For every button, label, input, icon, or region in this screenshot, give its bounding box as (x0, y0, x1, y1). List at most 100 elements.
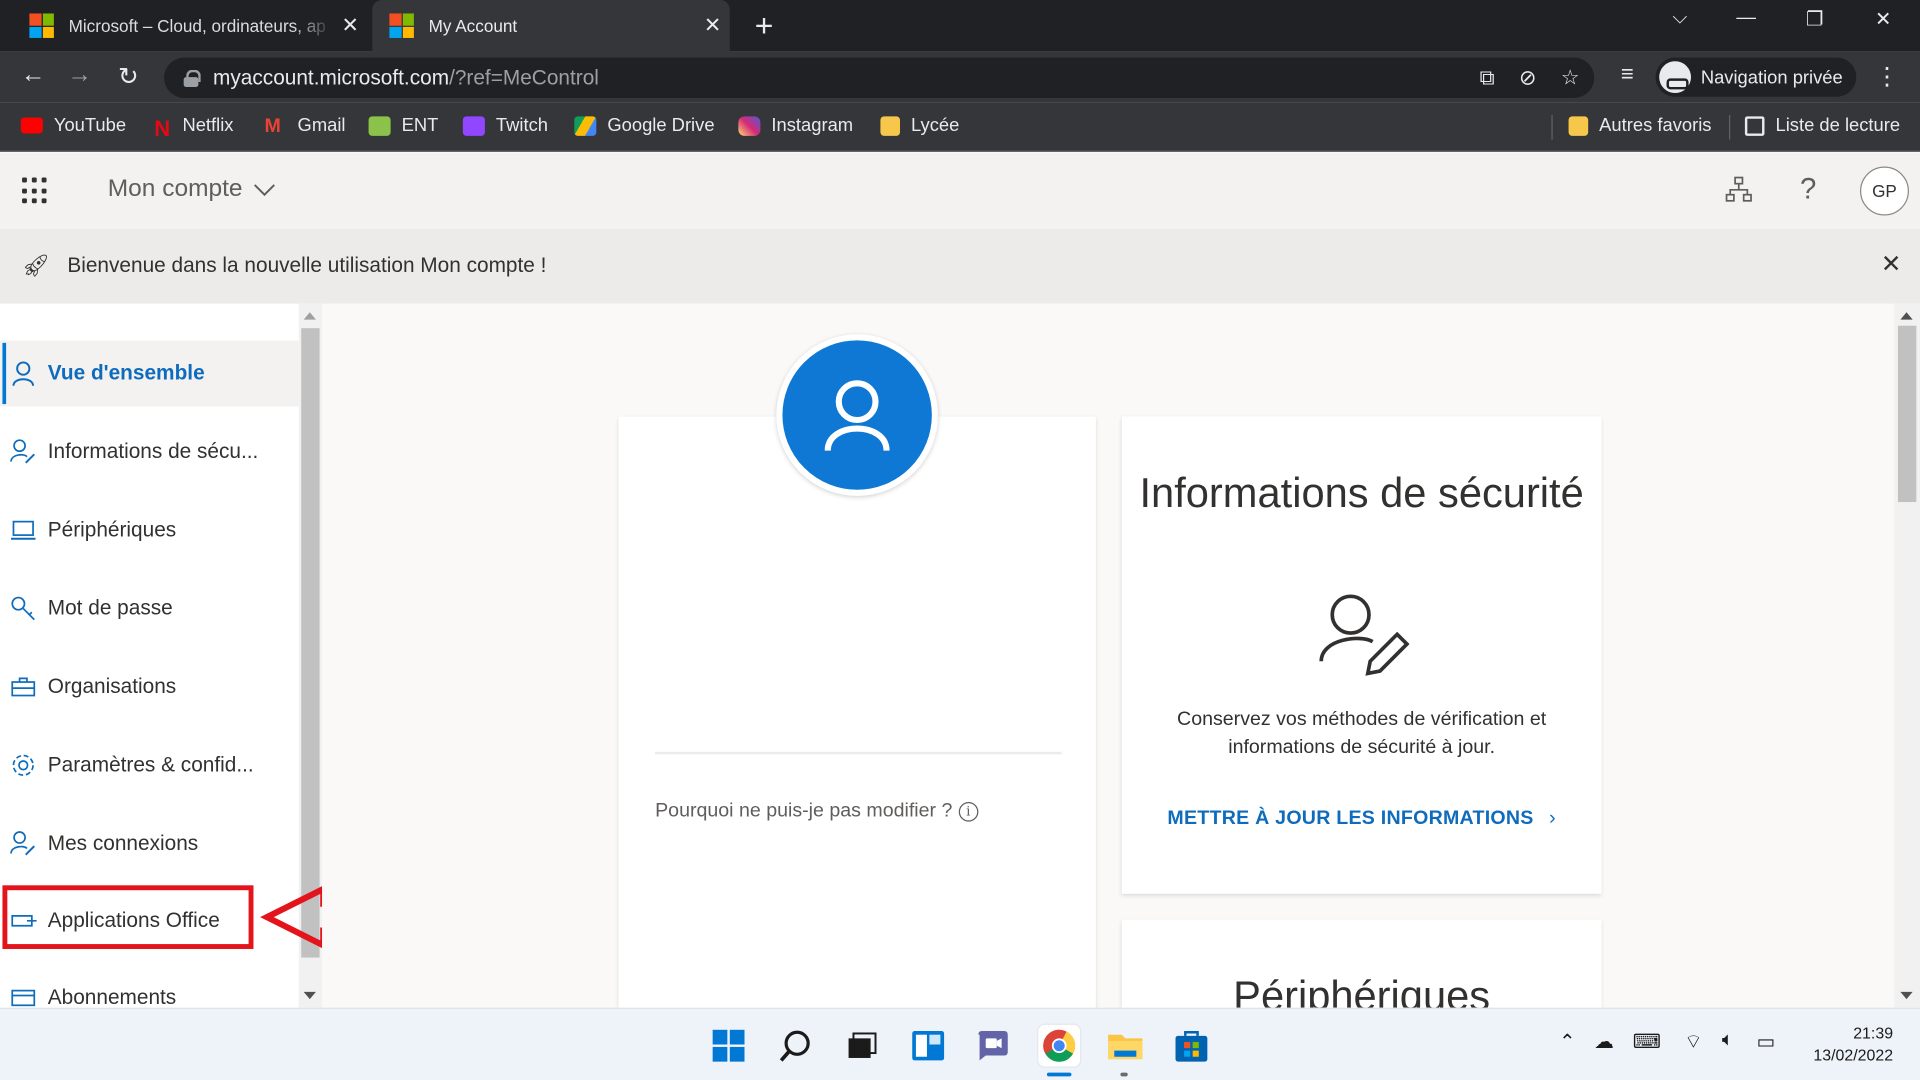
scroll-down-icon[interactable] (303, 991, 316, 1000)
nav-item-organizations[interactable]: Organisations (0, 654, 299, 720)
help-icon[interactable]: ? (1800, 173, 1816, 207)
chevron-down-icon (254, 183, 276, 196)
wifi-icon[interactable]: ⌔ (1679, 1030, 1708, 1054)
card-title: Périphériques (1233, 973, 1491, 1008)
new-tab-icon[interactable]: + (747, 7, 781, 45)
running-indicator (1046, 1072, 1072, 1077)
menu-kebab-icon[interactable]: ⋮ (1869, 61, 1906, 92)
bookmark-other-favorites[interactable]: Autres favoris (1568, 115, 1711, 136)
chrome-icon[interactable] (1038, 1024, 1081, 1067)
folder-icon (1568, 115, 1589, 136)
bookmark-twitch[interactable]: Twitch (462, 115, 548, 136)
rocket-icon: 🚀︎ (22, 253, 51, 278)
search-icon[interactable] (775, 1025, 817, 1067)
close-icon[interactable]: ✕ (1881, 249, 1902, 280)
teams-chat-icon[interactable] (972, 1025, 1014, 1067)
why-cant-edit-link[interactable]: Pourquoi ne puis-je pas modifier ? i (655, 801, 979, 823)
reading-list-button[interactable]: Liste de lecture (1744, 115, 1900, 136)
scroll-down-icon[interactable] (1900, 991, 1913, 1000)
file-explorer-icon[interactable] (1104, 1025, 1146, 1067)
media-queue-icon[interactable]: ≡ (1609, 61, 1646, 87)
person-key-icon (10, 830, 37, 857)
nav-item-label: Mot de passe (47, 596, 173, 620)
windows-start-icon[interactable] (708, 1025, 750, 1067)
bookmark-lycee[interactable]: Lycée (880, 115, 959, 136)
tab-my-account[interactable]: My Account ✕ (372, 0, 730, 52)
org-chart-icon[interactable] (1724, 175, 1753, 204)
close-icon[interactable]: ✕ (333, 13, 367, 37)
bookmark-netflix[interactable]: N Netflix (154, 115, 233, 140)
nav-item-security-info[interactable]: Informations de sécu... (0, 419, 299, 485)
app-name: Mon compte (107, 175, 243, 203)
running-indicator (1120, 1072, 1128, 1077)
bookmark-gmail[interactable]: M Gmail (264, 115, 345, 136)
nav-item-label: Organisations (47, 674, 177, 698)
reload-icon[interactable]: ↻ (110, 61, 147, 92)
address-bar[interactable]: myaccount.microsoft.com/?ref=MeControl ⧉… (164, 57, 1595, 98)
star-icon[interactable]: ☆ (1561, 66, 1580, 90)
url-host: myaccount.microsoft.com (213, 65, 450, 89)
tab-search-icon[interactable]: ⌵ (1656, 7, 1705, 29)
lock-icon[interactable] (183, 69, 201, 87)
bookmark-separator (1728, 115, 1731, 140)
nav-item-settings-privacy[interactable]: Paramètres & confid... (0, 732, 299, 798)
briefcase-icon (10, 673, 37, 700)
back-icon[interactable]: ← (15, 61, 52, 89)
bookmark-instagram[interactable]: Instagram (738, 115, 853, 136)
tab-title: Microsoft – Cloud, ordinateurs, ap (68, 15, 326, 36)
translate-icon[interactable]: ⧉ (1480, 66, 1495, 90)
welcome-banner: 🚀︎ Bienvenue dans la nouvelle utilisatio… (0, 228, 1920, 304)
nav-item-label: Mes connexions (47, 831, 199, 855)
restore-icon[interactable]: ❐ (1790, 7, 1839, 31)
eye-off-icon[interactable]: ⊘ (1519, 66, 1536, 90)
taskbar: ⌃ ☁ ⌨ ⌔ 🔈︎ ▭ 21:39 13/02/2022 (0, 1007, 1920, 1080)
tab-microsoft[interactable]: Microsoft – Cloud, ordinateurs, ap ✕ (12, 0, 367, 51)
close-icon[interactable]: ✕ (696, 13, 730, 37)
clock-time: 21:39 (1853, 1023, 1894, 1043)
update-info-link[interactable]: METTRE À JOUR LES INFORMATIONS › (1122, 808, 1602, 830)
nav-item-label: Vue d'ensemble (47, 361, 205, 385)
nav-item-password[interactable]: Mot de passe (0, 576, 299, 642)
nav-item-overview[interactable]: Vue d'ensemble (0, 340, 299, 407)
window-close-icon[interactable]: ✕ (1859, 7, 1908, 31)
onedrive-cloud-icon[interactable]: ☁ (1589, 1030, 1618, 1054)
battery-icon[interactable]: ▭ (1751, 1030, 1780, 1054)
widgets-icon[interactable] (907, 1025, 949, 1067)
profile-avatar[interactable] (776, 334, 938, 496)
minimize-icon[interactable]: — (1722, 7, 1771, 29)
clock[interactable]: 21:39 13/02/2022 (1795, 1022, 1893, 1066)
card-description: Conservez vos méthodes de vérification e… (1177, 708, 1547, 758)
gmail-icon: M (264, 115, 281, 137)
browser-toolbar: ← → ↻ myaccount.microsoft.com/?ref=MeCon… (0, 51, 1920, 103)
nav-item-subscriptions[interactable]: Abonnements (0, 965, 299, 1008)
volume-icon[interactable]: 🔈︎ (1713, 1030, 1742, 1052)
scroll-thumb[interactable] (301, 328, 320, 958)
key-icon (10, 595, 37, 622)
microsoft-logo-icon (29, 13, 54, 38)
bookmark-youtube[interactable]: YouTube (20, 115, 126, 136)
info-icon[interactable]: i (958, 802, 979, 822)
private-label: Navigation privée (1700, 66, 1843, 88)
scroll-up-icon[interactable] (1900, 312, 1913, 320)
avatar[interactable]: GP (1860, 166, 1909, 216)
task-view-icon[interactable] (840, 1025, 882, 1067)
microsoft-store-icon[interactable] (1171, 1025, 1213, 1067)
keyboard-icon[interactable]: ⌨ (1632, 1030, 1661, 1054)
card-title: Informations de sécurité (1139, 470, 1584, 517)
bookmark-ent[interactable]: ENT (368, 115, 438, 136)
scroll-thumb[interactable] (1897, 325, 1917, 503)
bookmark-google-drive[interactable]: Google Drive (574, 115, 715, 136)
app-name-dropdown[interactable]: Mon compte (108, 175, 277, 203)
nav-item-devices[interactable]: Périphériques (0, 497, 299, 563)
app-launcher-icon[interactable] (22, 177, 49, 205)
browser-tab-strip: Microsoft – Cloud, ordinateurs, ap ✕ My … (0, 0, 1920, 52)
chevron-right-icon: › (1549, 808, 1556, 829)
main-scrollbar[interactable] (1894, 303, 1920, 1008)
forward-icon[interactable]: → (61, 61, 98, 89)
incognito-profile-chip[interactable]: Navigation privée (1655, 57, 1857, 97)
nav-item-my-sign-ins[interactable]: Mes connexions (0, 811, 299, 877)
scroll-up-icon[interactable] (303, 312, 316, 320)
person-edit-icon (1319, 594, 1410, 676)
chevron-up-icon[interactable]: ⌃ (1553, 1030, 1582, 1054)
banner-message: Bienvenue dans la nouvelle utilisation M… (67, 253, 547, 277)
